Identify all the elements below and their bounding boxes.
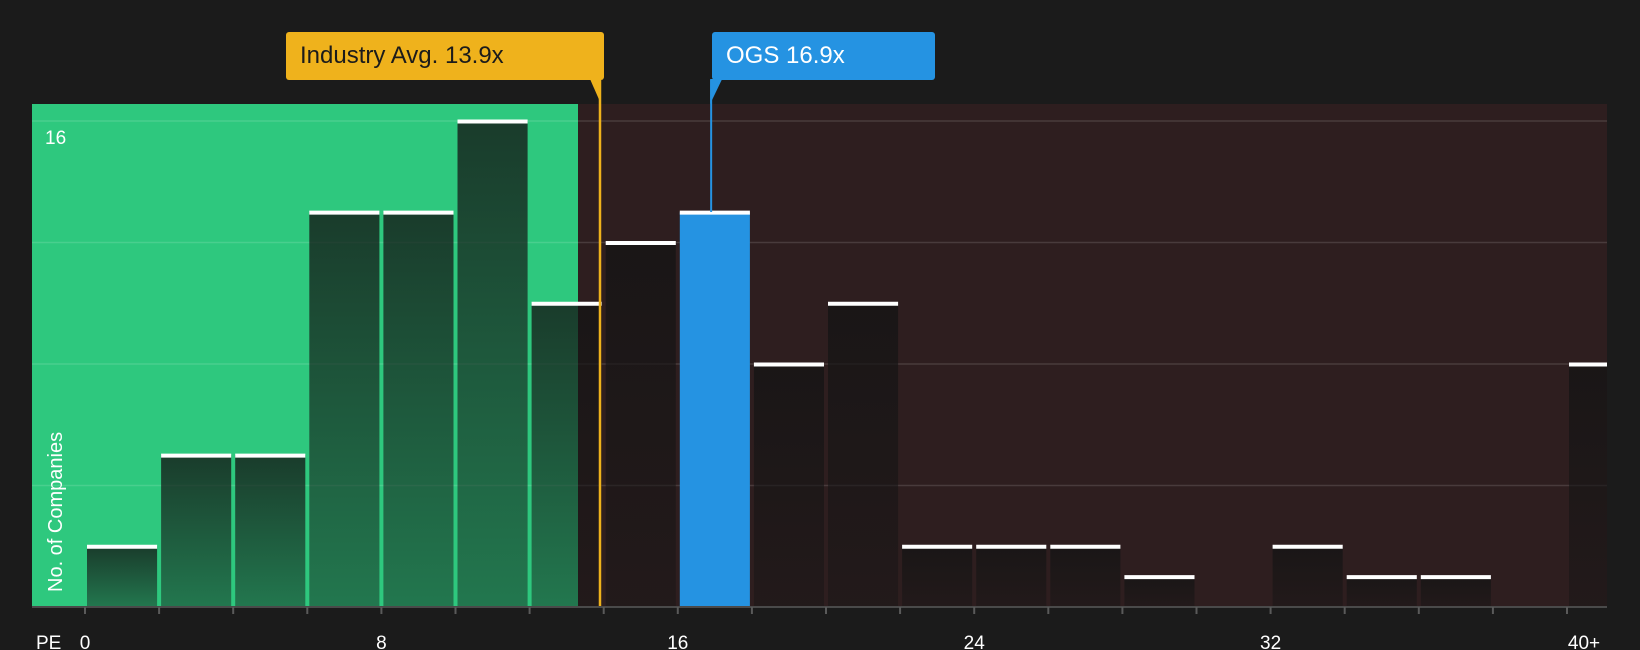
bar-cap: [531, 301, 602, 306]
histogram-bar: [531, 303, 602, 607]
bar-cap: [1346, 575, 1417, 580]
histogram-bar: [309, 212, 380, 607]
histogram-bar: [87, 546, 158, 607]
pe-histogram-chart: 0 8 16 24 32 40+ PE 16 No. of Companies: [32, 79, 1607, 650]
bar-cap: [605, 241, 676, 245]
bar-cap: [976, 544, 1047, 549]
x-tick-label: 40+: [1568, 633, 1600, 650]
bar-cap: [1124, 575, 1195, 580]
y-tick-label: 16: [45, 128, 66, 149]
bar-cap: [1050, 544, 1121, 549]
histogram-bar: [1272, 546, 1343, 607]
x-tick-label: 0: [80, 633, 91, 650]
bar-cap: [679, 210, 750, 215]
bar-cap: [1420, 575, 1491, 580]
histogram-bar: [902, 546, 973, 607]
bar-cap: [902, 544, 973, 549]
bar-cap: [161, 453, 232, 458]
histogram-bar: [1050, 546, 1121, 607]
bar-cap: [457, 119, 528, 124]
histogram-bar: [383, 212, 454, 607]
histogram-bar: [1346, 576, 1417, 607]
bar-cap: [828, 301, 899, 306]
y-axis-title: No. of Companies: [45, 432, 67, 592]
bar-cap: [383, 210, 454, 215]
histogram-bar: [235, 455, 306, 607]
histogram-bar: [976, 546, 1047, 607]
bar-cap: [309, 210, 380, 215]
histogram-bar: [1420, 576, 1491, 607]
industry-average-label: Industry Avg. 13.9x: [286, 32, 604, 80]
x-axis-title: PE: [36, 633, 61, 650]
histogram-bar: [161, 455, 232, 607]
bar-cap: [1272, 544, 1343, 549]
company-callout-pointer: [710, 79, 723, 104]
company-bar: [679, 212, 750, 607]
histogram-bar: [457, 121, 528, 607]
histogram-bar: [1124, 576, 1195, 607]
x-tick-label: 16: [667, 633, 688, 650]
x-tick-label: 8: [376, 633, 387, 650]
bar-cap: [753, 362, 824, 367]
x-tick-label: 24: [964, 633, 986, 650]
bar-cap: [1569, 362, 1607, 367]
histogram-bar: [828, 303, 899, 607]
bar-cap: [87, 544, 158, 549]
histogram-bar: [753, 364, 824, 607]
bar-cap: [235, 453, 306, 458]
company-pe-label: OGS 16.9x: [712, 32, 935, 80]
histogram-bar: [605, 242, 676, 607]
x-tick-label: 32: [1260, 633, 1281, 650]
histogram-bar: [1569, 364, 1607, 607]
